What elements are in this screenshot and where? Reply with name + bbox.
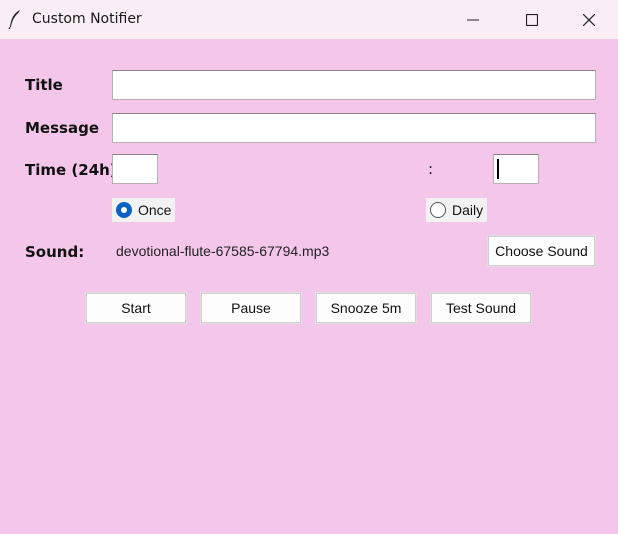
minute-input[interactable] <box>493 154 539 184</box>
close-icon <box>583 13 595 26</box>
radio-daily-label: Daily <box>452 202 484 218</box>
message-input[interactable] <box>112 113 596 143</box>
radio-daily[interactable]: Daily <box>426 198 488 222</box>
pause-button[interactable]: Pause <box>201 293 301 323</box>
time-separator: : <box>428 160 434 178</box>
choose-sound-button[interactable]: Choose Sound <box>488 236 595 266</box>
title-label: Title <box>25 76 63 94</box>
title-input[interactable] <box>112 70 596 100</box>
start-button[interactable]: Start <box>86 293 186 323</box>
sound-label: Sound: <box>25 243 85 261</box>
message-label: Message <box>25 119 99 137</box>
sound-file-name: devotional-flute-67585-67794.mp3 <box>116 243 330 259</box>
text-cursor <box>497 159 499 179</box>
radio-unselected-icon <box>430 202 446 218</box>
feather-icon <box>8 10 20 29</box>
maximize-icon <box>526 13 538 26</box>
minimize-button[interactable] <box>444 0 502 39</box>
time-label: Time (24h) <box>25 161 117 179</box>
radio-once-label: Once <box>138 202 172 218</box>
maximize-button[interactable] <box>503 0 561 39</box>
radio-once[interactable]: Once <box>112 198 176 222</box>
window-title: Custom Notifier <box>32 11 142 27</box>
close-button[interactable] <box>560 0 618 39</box>
title-bar: Custom Notifier <box>0 0 618 39</box>
hour-input[interactable] <box>112 154 158 184</box>
radio-selected-icon <box>116 202 132 218</box>
minimize-icon <box>467 19 479 20</box>
test-sound-button[interactable]: Test Sound <box>431 293 531 323</box>
snooze-button[interactable]: Snooze 5m <box>316 293 416 323</box>
